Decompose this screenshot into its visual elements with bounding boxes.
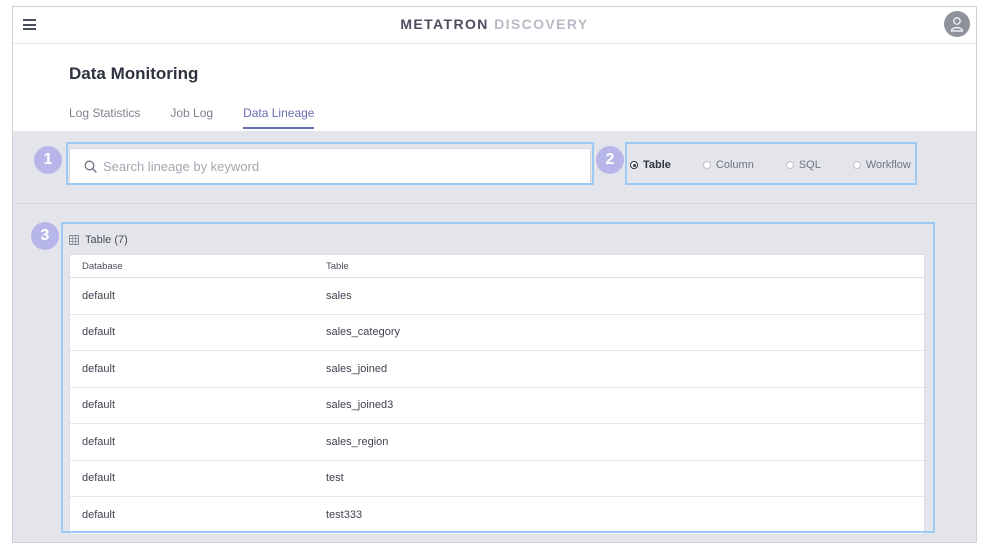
top-bar: METATRON DISCOVERY [13, 7, 976, 44]
search-input[interactable] [103, 149, 583, 183]
callout-badge-1: 1 [34, 146, 62, 174]
results-title: Table (7) [69, 234, 128, 246]
cell-database: default [82, 435, 116, 448]
callout-badge-3: 3 [31, 222, 59, 250]
tab-job-log[interactable]: Job Log [170, 106, 213, 129]
radio-table[interactable]: Table [630, 159, 671, 171]
callout-badge-2: 2 [596, 146, 624, 174]
radio-dot-icon [702, 161, 711, 169]
cell-table: sales [326, 289, 352, 302]
table-row[interactable]: default test333 [70, 497, 924, 534]
results-title-label: Table (7) [85, 234, 128, 246]
column-header-table[interactable]: Table [326, 261, 924, 272]
cell-table: test [326, 472, 344, 485]
table-row[interactable]: default sales_joined [70, 351, 924, 388]
cell-database: default [82, 399, 116, 412]
radio-label: Workflow [865, 159, 911, 171]
table-row[interactable]: default sales_category [70, 315, 924, 351]
table-grid-icon [69, 235, 79, 245]
table-header: Database Table [70, 255, 924, 278]
tab-bar: Log Statistics Job Log Data Lineage [69, 106, 344, 129]
radio-column[interactable]: Column [702, 159, 754, 171]
column-header-database[interactable]: Database [70, 261, 326, 272]
search-icon [84, 160, 97, 173]
cell-database: default [82, 472, 116, 485]
table-row[interactable]: default sales_joined3 [70, 388, 924, 424]
radio-label: Table [643, 159, 671, 171]
radio-dot-icon [630, 161, 638, 169]
cell-table: sales_joined [326, 362, 388, 375]
radio-label: Column [715, 159, 754, 171]
radio-sql[interactable]: SQL [785, 159, 821, 171]
search-band: Table Column SQL Workflow [13, 131, 976, 204]
cell-database: default [82, 509, 116, 522]
radio-workflow[interactable]: Workflow [852, 159, 911, 171]
cell-database: default [82, 362, 116, 375]
cell-table: sales_category [326, 326, 400, 339]
lineage-type-radio-group: Table Column SQL Workflow [630, 159, 943, 171]
lineage-table: Database Table default sales default sal… [69, 254, 925, 535]
table-row[interactable]: default sales [70, 278, 924, 315]
brand-secondary: DISCOVERY [494, 16, 589, 32]
table-row[interactable]: default sales_region [70, 424, 924, 461]
search-box[interactable] [69, 148, 591, 184]
radio-dot-icon [785, 161, 794, 169]
results-area: Table (7) Database Table default sales d… [13, 204, 976, 542]
cell-table: sales_joined3 [326, 399, 394, 412]
user-avatar-icon[interactable] [944, 11, 970, 37]
radio-label: SQL [798, 159, 821, 171]
brand-logo: METATRON DISCOVERY [13, 16, 976, 32]
cell-table: sales_region [326, 435, 389, 448]
tab-log-statistics[interactable]: Log Statistics [69, 106, 140, 129]
page-title: Data Monitoring [69, 64, 199, 83]
tab-data-lineage[interactable]: Data Lineage [243, 106, 315, 129]
table-row[interactable]: default test [70, 461, 924, 497]
page-header: Data Monitoring Log Statistics Job Log D… [13, 44, 976, 131]
app-window: METATRON DISCOVERY Data Monitoring Log S… [12, 6, 977, 543]
cell-table: test333 [326, 509, 363, 522]
brand-primary: METATRON [400, 16, 489, 32]
radio-dot-icon [852, 161, 861, 169]
cell-database: default [82, 326, 116, 339]
cell-database: default [82, 289, 116, 302]
